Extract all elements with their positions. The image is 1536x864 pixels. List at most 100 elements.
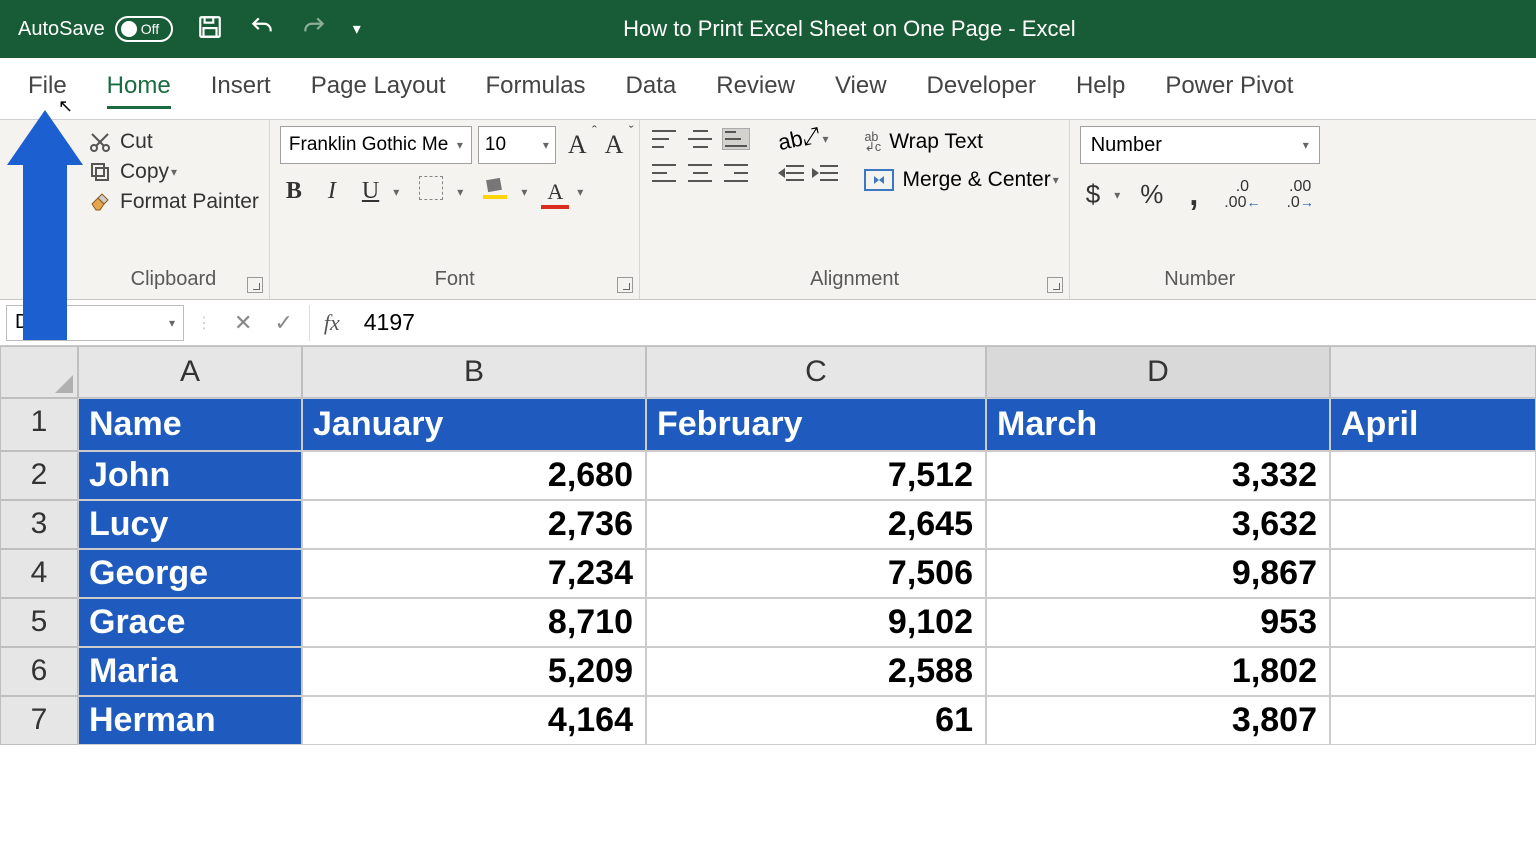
chevron-down-icon[interactable]: ▾ — [171, 165, 177, 179]
row-header-5[interactable]: 5 — [0, 598, 78, 647]
data-cell[interactable] — [1330, 500, 1536, 549]
chevron-down-icon[interactable]: ▾ — [457, 185, 463, 199]
data-cell[interactable]: 3,332 — [986, 451, 1330, 500]
decrease-indent-button[interactable] — [778, 162, 804, 184]
tab-file[interactable]: File — [28, 72, 67, 109]
header-cell[interactable]: January — [302, 398, 646, 451]
select-all-corner[interactable] — [0, 346, 78, 398]
customize-qat-icon[interactable]: ▾ — [353, 19, 361, 39]
decrease-font-button[interactable]: A — [599, 128, 630, 162]
decrease-decimal-button[interactable]: .00.0→ — [1280, 177, 1319, 213]
align-middle-button[interactable] — [686, 128, 714, 150]
row-header-3[interactable]: 3 — [0, 500, 78, 549]
data-cell[interactable]: 7,512 — [646, 451, 986, 500]
tab-home[interactable]: Home — [107, 72, 171, 109]
data-cell[interactable]: 9,867 — [986, 549, 1330, 598]
autosave-control[interactable]: AutoSave Off — [18, 16, 173, 42]
chevron-down-icon[interactable]: ▾ — [577, 185, 583, 199]
chevron-down-icon[interactable]: ▾ — [1114, 188, 1120, 202]
italic-button[interactable]: I — [322, 176, 342, 207]
redo-icon[interactable] — [301, 14, 327, 45]
formula-input[interactable]: 4197 — [354, 309, 425, 336]
tab-developer[interactable]: Developer — [927, 72, 1036, 109]
column-header-B[interactable]: B — [302, 346, 646, 398]
data-cell[interactable]: 2,588 — [646, 647, 986, 696]
clipboard-launcher-icon[interactable] — [247, 277, 263, 293]
font-color-button[interactable]: A — [541, 177, 569, 207]
row-header-6[interactable]: 6 — [0, 647, 78, 696]
row-header-7[interactable]: 7 — [0, 696, 78, 745]
confirm-entry-button[interactable]: ✓ — [274, 310, 292, 336]
format-painter-button[interactable]: Format Painter — [88, 190, 259, 214]
copy-button[interactable]: Copy ▾ — [88, 160, 259, 184]
tab-formulas[interactable]: Formulas — [486, 72, 586, 109]
save-icon[interactable] — [197, 14, 223, 45]
data-cell[interactable]: 2,680 — [302, 451, 646, 500]
tab-page-layout[interactable]: Page Layout — [311, 72, 446, 109]
align-left-button[interactable] — [650, 162, 678, 184]
font-size-select[interactable]: 10 ▾ — [478, 126, 556, 164]
name-cell[interactable]: John — [78, 451, 302, 500]
tab-power-pivot[interactable]: Power Pivot — [1165, 72, 1293, 109]
data-cell[interactable]: 61 — [646, 696, 986, 745]
data-cell[interactable] — [1330, 696, 1536, 745]
data-cell[interactable]: 3,632 — [986, 500, 1330, 549]
fill-color-button[interactable] — [477, 175, 513, 208]
align-top-button[interactable] — [650, 128, 678, 150]
data-cell[interactable] — [1330, 549, 1536, 598]
row-header-2[interactable]: 2 — [0, 451, 78, 500]
data-cell[interactable]: 4,164 — [302, 696, 646, 745]
name-cell[interactable]: Herman — [78, 696, 302, 745]
fx-icon[interactable]: fx — [310, 310, 354, 336]
increase-decimal-button[interactable]: .0.00← — [1218, 177, 1266, 213]
row-header-1[interactable]: 1 — [0, 398, 78, 451]
name-cell[interactable]: Grace — [78, 598, 302, 647]
column-header-C[interactable]: C — [646, 346, 986, 398]
accounting-format-button[interactable]: $ — [1080, 177, 1106, 212]
underline-button[interactable]: U — [356, 176, 385, 207]
data-cell[interactable] — [1330, 598, 1536, 647]
header-cell[interactable]: April — [1330, 398, 1536, 451]
tab-review[interactable]: Review — [716, 72, 795, 109]
comma-format-button[interactable]: , — [1183, 174, 1204, 215]
merge-center-button[interactable]: Merge & Center ▾ — [864, 168, 1058, 192]
name-cell[interactable]: Lucy — [78, 500, 302, 549]
bold-button[interactable]: B — [280, 176, 308, 207]
data-cell[interactable]: 953 — [986, 598, 1330, 647]
header-cell[interactable]: Name — [78, 398, 302, 451]
font-launcher-icon[interactable] — [617, 277, 633, 293]
column-header-partial[interactable] — [1330, 346, 1536, 398]
header-cell[interactable]: February — [646, 398, 986, 451]
cancel-entry-button[interactable]: ✕ — [234, 310, 252, 336]
chevron-down-icon[interactable]: ▾ — [1053, 173, 1059, 187]
row-header-4[interactable]: 4 — [0, 549, 78, 598]
header-cell[interactable]: March — [986, 398, 1330, 451]
number-format-select[interactable]: Number ▾ — [1080, 126, 1320, 164]
tab-data[interactable]: Data — [626, 72, 677, 109]
data-cell[interactable]: 7,234 — [302, 549, 646, 598]
data-cell[interactable]: 2,645 — [646, 500, 986, 549]
increase-font-button[interactable]: A — [562, 128, 593, 162]
column-header-A[interactable]: A — [78, 346, 302, 398]
data-cell[interactable]: 1,802 — [986, 647, 1330, 696]
name-cell[interactable]: Maria — [78, 647, 302, 696]
autosave-toggle[interactable]: Off — [115, 16, 173, 42]
align-right-button[interactable] — [722, 162, 750, 184]
name-box[interactable]: D10 ▾ — [6, 305, 184, 341]
chevron-down-icon[interactable]: ▾ — [393, 185, 399, 199]
alignment-launcher-icon[interactable] — [1047, 277, 1063, 293]
data-cell[interactable]: 9,102 — [646, 598, 986, 647]
tab-view[interactable]: View — [835, 72, 887, 109]
font-name-select[interactable]: Franklin Gothic Me ▾ — [280, 126, 472, 164]
borders-button[interactable] — [413, 174, 449, 209]
name-cell[interactable]: George — [78, 549, 302, 598]
wrap-text-button[interactable]: ab↲c Wrap Text — [864, 130, 1058, 154]
percent-format-button[interactable]: % — [1134, 177, 1169, 212]
tab-insert[interactable]: Insert — [211, 72, 271, 109]
undo-icon[interactable] — [249, 14, 275, 45]
data-cell[interactable]: 5,209 — [302, 647, 646, 696]
data-cell[interactable] — [1330, 647, 1536, 696]
data-cell[interactable] — [1330, 451, 1536, 500]
spreadsheet-grid[interactable]: ABCD1NameJanuaryFebruaryMarchApril2John2… — [0, 346, 1536, 745]
tab-help[interactable]: Help — [1076, 72, 1125, 109]
